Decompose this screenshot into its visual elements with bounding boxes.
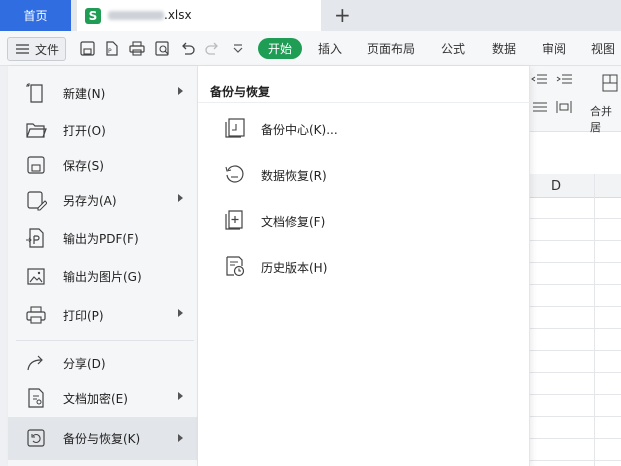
menu-divider bbox=[16, 340, 194, 341]
grid-line bbox=[530, 306, 621, 307]
backup-restore-submenu: 备份与恢复 备份中心(K)... 数据恢复(R) 文档修复(F) 历史版本(H) bbox=[198, 66, 530, 466]
grid-line bbox=[530, 350, 621, 351]
data-recovery-icon bbox=[225, 165, 244, 183]
tab-home-label: 首页 bbox=[23, 9, 48, 23]
menu-item-label: 输出为图片(G) bbox=[63, 269, 142, 284]
document-repair-icon bbox=[225, 210, 243, 230]
menu-item-label: 另存为(A) bbox=[63, 193, 117, 208]
grid-line bbox=[530, 438, 621, 439]
menu-item-label: 打印(P) bbox=[63, 308, 104, 323]
pdf-export-icon bbox=[26, 228, 44, 248]
spreadsheet-icon: S bbox=[85, 8, 101, 24]
menu-item-save[interactable]: 保存(S) bbox=[8, 147, 198, 183]
column-header-d[interactable]: D bbox=[551, 179, 561, 194]
menu-item-label: 打开(O) bbox=[63, 123, 106, 138]
grid-line bbox=[530, 240, 621, 241]
tab-bar: 首页 S .xlsx + bbox=[0, 0, 621, 31]
grid-line bbox=[530, 372, 621, 373]
save-as-icon bbox=[27, 191, 47, 211]
grid-line bbox=[530, 262, 621, 263]
tab-start[interactable]: 开始 bbox=[258, 38, 302, 59]
tab-insert[interactable]: 插入 bbox=[318, 40, 342, 57]
submenu-title: 备份与恢复 bbox=[210, 85, 271, 99]
menu-item-label: 分享(D) bbox=[63, 356, 106, 371]
grid-line bbox=[530, 460, 621, 461]
hamburger-icon bbox=[16, 44, 29, 54]
grid-line bbox=[530, 328, 621, 329]
menu-item-export-image[interactable]: 输出为图片(G) bbox=[8, 258, 198, 294]
export-pdf-icon[interactable]: P bbox=[104, 41, 119, 56]
menu-item-label: 备份与恢复(K) bbox=[63, 432, 141, 446]
submenu-item-label: 数据恢复(R) bbox=[261, 169, 327, 183]
image-export-icon bbox=[27, 268, 45, 285]
menu-item-encrypt[interactable]: 文档加密(E) bbox=[8, 380, 198, 416]
menu-item-new[interactable]: 新建(N) bbox=[8, 75, 198, 111]
print-icon[interactable] bbox=[129, 41, 145, 56]
menu-item-backup-restore[interactable]: 备份与恢复(K) bbox=[8, 417, 198, 460]
file-menu-panel: 新建(N) 打开(O) 保存(S) 另存为(A) 输出为PDF(F) 输出为图片… bbox=[8, 66, 198, 466]
indent-decrease-icon[interactable] bbox=[531, 73, 547, 87]
submenu-item-backup-center[interactable]: 备份中心(K)... bbox=[198, 109, 530, 147]
toolbar: 文件 P 开始 插入 页面布局 公式 数据 审阅 视图 bbox=[0, 31, 621, 66]
tab-formula[interactable]: 公式 bbox=[441, 40, 465, 57]
file-menu-label: 文件 bbox=[35, 42, 60, 57]
grid-line bbox=[530, 284, 621, 285]
merge-cells-label[interactable]: 合并居 bbox=[590, 103, 621, 135]
new-file-icon bbox=[26, 83, 43, 103]
tab-page-layout[interactable]: 页面布局 bbox=[367, 40, 415, 57]
menu-item-label: 输出为PDF(F) bbox=[63, 231, 139, 246]
submenu-item-label: 备份中心(K)... bbox=[261, 123, 338, 137]
save-icon bbox=[27, 156, 45, 174]
menu-item-label: 新建(N) bbox=[63, 86, 106, 101]
grid-line bbox=[530, 394, 621, 395]
share-icon bbox=[27, 355, 43, 371]
redo-icon[interactable] bbox=[205, 41, 220, 56]
svg-text:P: P bbox=[108, 48, 112, 55]
submenu-item-data-recovery[interactable]: 数据恢复(R) bbox=[198, 155, 530, 193]
undo-icon[interactable] bbox=[180, 41, 195, 56]
chevron-right-icon bbox=[178, 309, 183, 317]
tab-document[interactable]: S .xlsx bbox=[77, 0, 321, 31]
column-header-row bbox=[530, 174, 621, 198]
menu-item-print[interactable]: 打印(P) bbox=[8, 297, 198, 333]
backup-restore-icon bbox=[27, 429, 45, 447]
blurred-filename bbox=[108, 11, 164, 20]
grid-line bbox=[530, 218, 621, 219]
chevron-right-icon bbox=[178, 392, 183, 400]
print-preview-icon[interactable] bbox=[155, 41, 170, 56]
print-icon bbox=[26, 306, 46, 324]
distribute-icon[interactable] bbox=[556, 100, 572, 114]
align-icon[interactable] bbox=[531, 100, 547, 114]
submenu-item-history-version[interactable]: 历史版本(H) bbox=[198, 247, 530, 285]
indent-increase-icon[interactable] bbox=[556, 73, 572, 87]
submenu-item-label: 文档修复(F) bbox=[261, 215, 326, 229]
merge-cells-icon[interactable] bbox=[602, 74, 618, 92]
tab-review[interactable]: 审阅 bbox=[542, 40, 566, 57]
file-menu-button[interactable]: 文件 bbox=[7, 37, 66, 61]
save-icon[interactable] bbox=[80, 41, 95, 56]
customize-quick-access-icon[interactable] bbox=[233, 44, 243, 53]
menu-item-save-as[interactable]: 另存为(A) bbox=[8, 182, 198, 218]
tab-home[interactable]: 首页 bbox=[0, 0, 71, 31]
tab-document-label: .xlsx bbox=[164, 8, 192, 22]
chevron-right-icon bbox=[178, 194, 183, 202]
history-version-icon bbox=[226, 256, 245, 277]
menu-item-label: 保存(S) bbox=[63, 158, 104, 173]
menu-item-share[interactable]: 分享(D) bbox=[8, 345, 198, 381]
submenu-divider bbox=[198, 102, 530, 103]
submenu-item-label: 历史版本(H) bbox=[261, 261, 328, 275]
tab-data[interactable]: 数据 bbox=[492, 40, 516, 57]
menu-item-open[interactable]: 打开(O) bbox=[8, 112, 198, 148]
submenu-item-document-repair[interactable]: 文档修复(F) bbox=[198, 201, 530, 239]
menu-item-label: 文档加密(E) bbox=[63, 391, 128, 406]
menu-item-export-pdf[interactable]: 输出为PDF(F) bbox=[8, 220, 198, 256]
tab-view[interactable]: 视图 bbox=[591, 40, 615, 57]
new-tab-button[interactable]: + bbox=[334, 4, 351, 26]
grid-line bbox=[530, 416, 621, 417]
chevron-right-icon bbox=[178, 87, 183, 95]
backup-center-icon bbox=[225, 118, 245, 138]
folder-open-icon bbox=[26, 123, 47, 138]
encrypt-icon bbox=[28, 388, 44, 408]
chevron-right-icon bbox=[178, 434, 183, 442]
